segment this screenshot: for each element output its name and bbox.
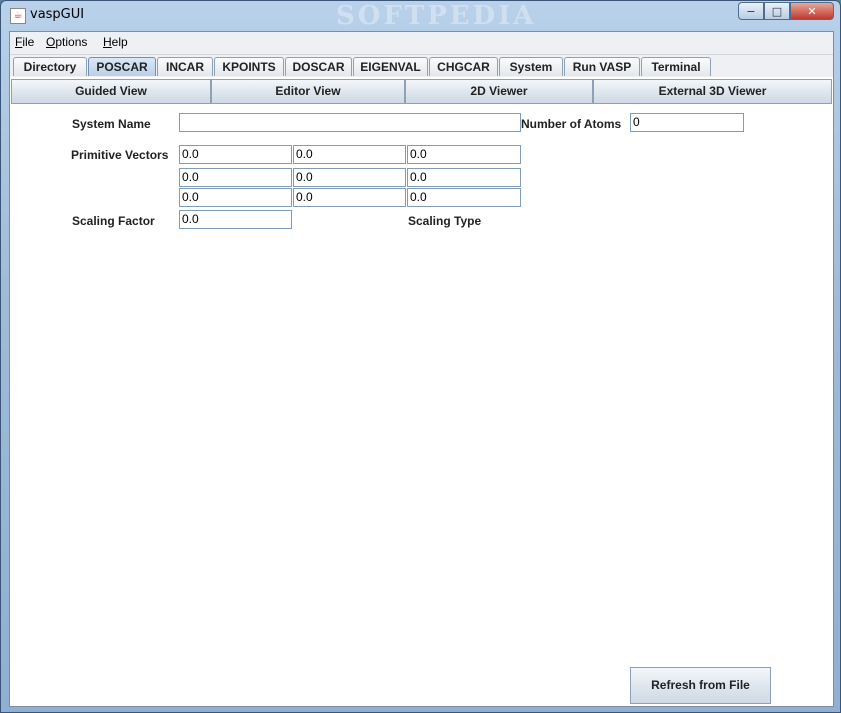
number-of-atoms-label: Number of Atoms <box>521 117 622 131</box>
external-3d-viewer-button[interactable]: External 3D Viewer <box>593 79 832 104</box>
system-name-field[interactable] <box>179 113 521 132</box>
primitive-vector-field[interactable]: 0.0 <box>407 168 521 187</box>
system-name-label: System Name <box>72 117 151 131</box>
primitive-vectors-label: Primitive Vectors <box>71 148 169 162</box>
java-app-icon: ☕ <box>10 8 26 24</box>
tab-poscar[interactable]: POSCAR <box>88 57 156 76</box>
primitive-vector-field[interactable]: 0.0 <box>407 145 521 164</box>
tab-system[interactable]: System <box>499 57 563 76</box>
watermark: SOFTPEDIA <box>336 1 537 31</box>
refresh-from-file-button[interactable]: Refresh from File <box>630 667 771 704</box>
title-bar[interactable]: ☕ vaspGUI SOFTPEDIA − □ ✕ <box>1 1 840 31</box>
tab-incar[interactable]: INCAR <box>157 57 213 76</box>
primitive-vector-field[interactable]: 0.0 <box>179 188 292 207</box>
primitive-vector-field[interactable]: 0.0 <box>179 145 292 164</box>
scaling-factor-label: Scaling Factor <box>72 214 155 228</box>
primitive-vector-field[interactable]: 0.0 <box>293 168 406 187</box>
close-button[interactable]: ✕ <box>790 2 834 20</box>
tab-directory[interactable]: Directory <box>13 57 87 76</box>
primitive-vector-field[interactable]: 0.0 <box>293 145 406 164</box>
view-buttons: Guided View Editor View 2D Viewer Extern… <box>11 79 832 105</box>
tab-kpoints[interactable]: KPOINTS <box>214 57 284 76</box>
maximize-button[interactable]: □ <box>764 2 790 20</box>
menu-options[interactable]: Options <box>46 35 87 49</box>
window-title: vaspGUI <box>30 7 85 22</box>
tab-run-vasp[interactable]: Run VASP <box>564 57 640 76</box>
tab-eigenval[interactable]: EIGENVAL <box>353 57 428 76</box>
tab-doscar[interactable]: DOSCAR <box>285 57 352 76</box>
primitive-vector-field[interactable]: 0.0 <box>179 168 292 187</box>
main-tabs: Directory POSCAR INCAR KPOINTS DOSCAR EI… <box>10 55 833 77</box>
tab-terminal[interactable]: Terminal <box>641 57 711 76</box>
tab-chgcar[interactable]: CHGCAR <box>429 57 498 76</box>
scaling-factor-field[interactable]: 0.0 <box>179 210 292 229</box>
menu-file[interactable]: File <box>15 35 34 49</box>
number-of-atoms-field[interactable]: 0 <box>630 113 744 132</box>
menu-bar: File Options Help <box>10 32 833 55</box>
primitive-vector-field[interactable]: 0.0 <box>407 188 521 207</box>
menu-help[interactable]: Help <box>103 35 128 49</box>
client-area: File Options Help Directory POSCAR INCAR… <box>9 31 834 707</box>
scaling-type-label: Scaling Type <box>408 214 482 228</box>
minimize-button[interactable]: − <box>738 2 764 20</box>
guided-view-button[interactable]: Guided View <box>11 79 211 104</box>
app-window: ☕ vaspGUI SOFTPEDIA − □ ✕ File Options H… <box>0 0 841 713</box>
primitive-vector-field[interactable]: 0.0 <box>293 188 406 207</box>
2d-viewer-button[interactable]: 2D Viewer <box>405 79 593 104</box>
editor-view-button[interactable]: Editor View <box>211 79 405 104</box>
